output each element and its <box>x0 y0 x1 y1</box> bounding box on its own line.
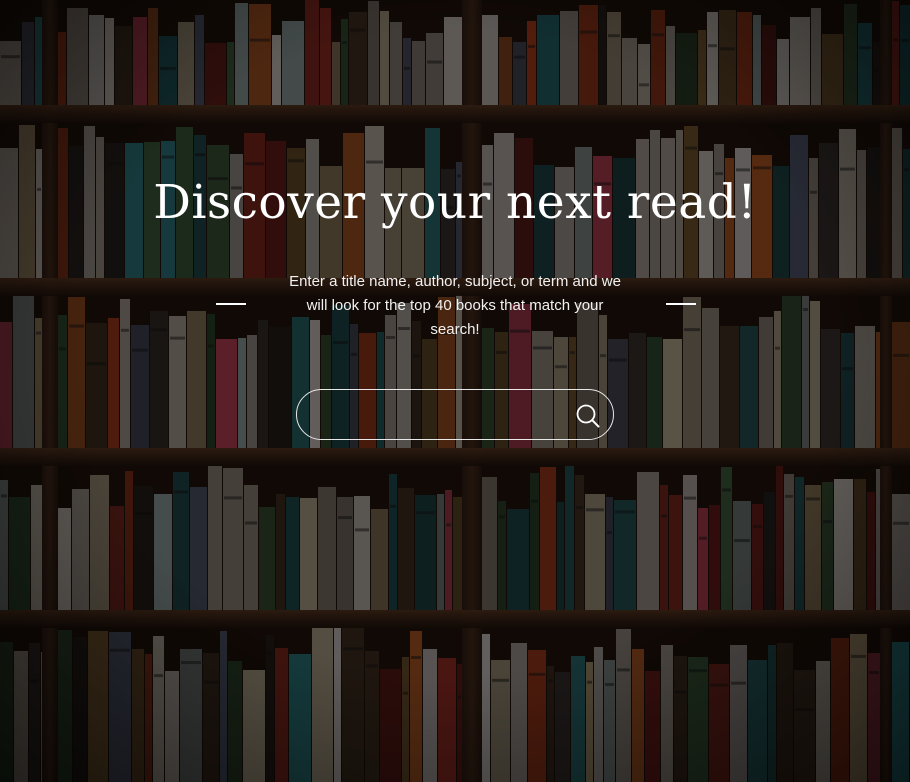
hero-content: Discover your next read! Enter a title n… <box>0 0 910 782</box>
page-title: Discover your next read! <box>153 175 757 230</box>
decorative-rule-left <box>216 303 246 305</box>
search-button[interactable] <box>575 403 601 429</box>
decorative-rule-right <box>666 303 696 305</box>
search-input[interactable] <box>319 398 563 432</box>
search-icon <box>576 404 600 428</box>
search-instructions: Enter a title name, author, subject, or … <box>289 273 621 338</box>
hero-section: Discover your next read! Enter a title n… <box>0 0 910 782</box>
search-form <box>296 389 614 440</box>
